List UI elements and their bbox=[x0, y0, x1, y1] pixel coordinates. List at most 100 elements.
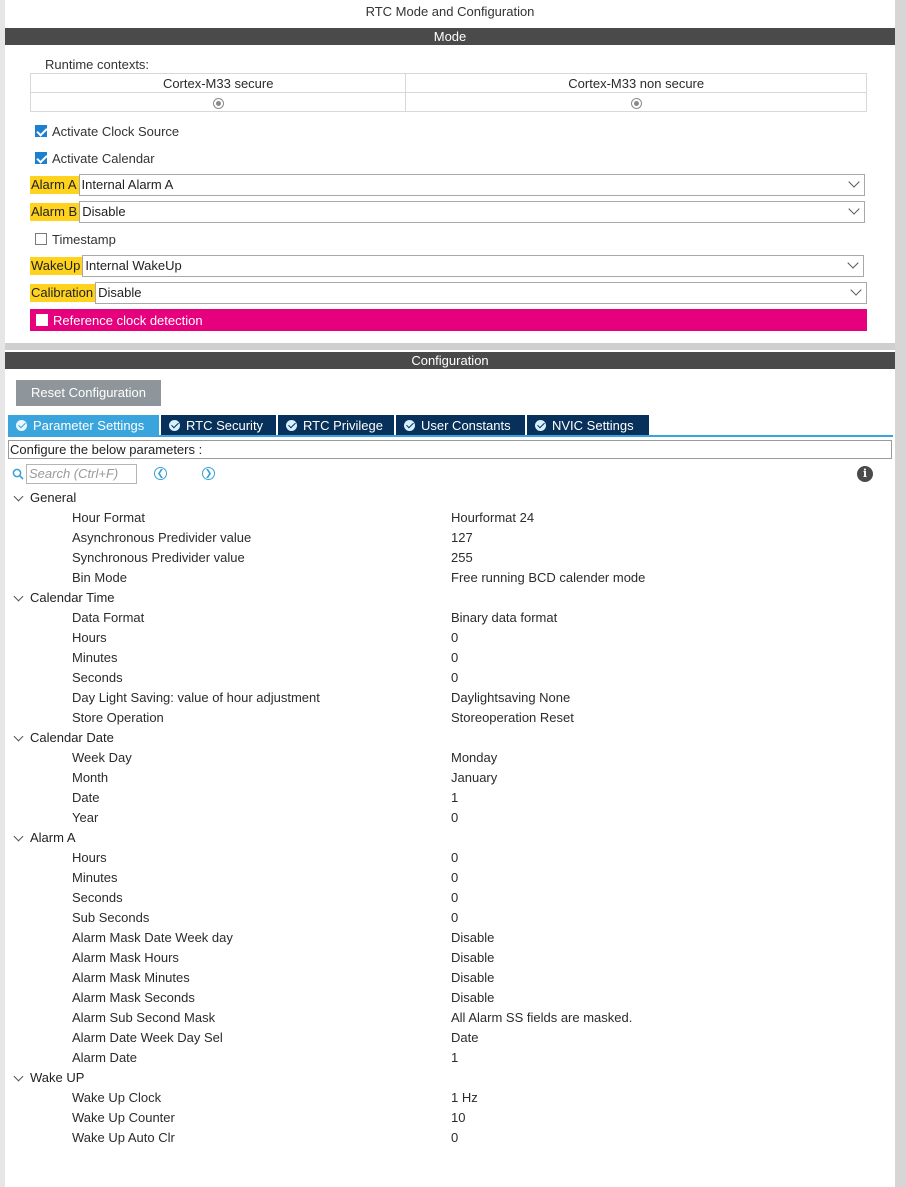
parameter-row[interactable]: Year 0 bbox=[0, 808, 895, 828]
parameter-row[interactable]: Hours 0 bbox=[0, 848, 895, 868]
reference-clock-detection-checkbox[interactable] bbox=[36, 314, 48, 326]
parameter-value[interactable]: Free running BCD calender mode bbox=[451, 568, 645, 588]
parameter-value[interactable]: Date bbox=[451, 1028, 478, 1048]
parameter-value[interactable]: January bbox=[451, 768, 497, 788]
parameter-row[interactable]: Alarm Mask Minutes Disable bbox=[0, 968, 895, 988]
parameter-row[interactable]: Seconds 0 bbox=[0, 668, 895, 688]
tab-rtc-privilege[interactable]: RTC Privilege bbox=[278, 415, 394, 435]
info-icon[interactable]: i bbox=[857, 466, 873, 482]
parameter-value[interactable]: 0 bbox=[451, 908, 458, 928]
chevron-down-icon[interactable] bbox=[13, 1071, 24, 1082]
chevron-down-icon[interactable] bbox=[13, 831, 24, 842]
parameter-value[interactable]: 0 bbox=[451, 648, 458, 668]
parameter-row[interactable]: Hours 0 bbox=[0, 628, 895, 648]
parameter-row[interactable]: Wake Up Counter 10 bbox=[0, 1108, 895, 1128]
parameter-row[interactable]: Alarm Mask Seconds Disable bbox=[0, 988, 895, 1008]
activate-calendar-row[interactable]: Activate Calendar bbox=[35, 149, 155, 167]
parameter-value[interactable]: 0 bbox=[451, 668, 458, 688]
scrollbar-track[interactable] bbox=[895, 0, 906, 1187]
parameter-row[interactable]: Asynchronous Predivider value 127 bbox=[0, 528, 895, 548]
parameter-row[interactable]: Alarm Date 1 bbox=[0, 1048, 895, 1068]
parameter-value[interactable]: 0 bbox=[451, 1128, 458, 1148]
tab-rtc-security[interactable]: RTC Security bbox=[161, 415, 276, 435]
reference-clock-detection-row[interactable]: Reference clock detection bbox=[30, 309, 867, 331]
parameter-value[interactable]: Hourformat 24 bbox=[451, 508, 534, 528]
parameter-row[interactable]: Data Format Binary data format bbox=[0, 608, 895, 628]
parameter-value[interactable]: 0 bbox=[451, 628, 458, 648]
tree-group-row[interactable]: General bbox=[0, 488, 895, 508]
parameter-value[interactable]: Disable bbox=[451, 968, 494, 988]
timestamp-checkbox[interactable] bbox=[35, 233, 47, 245]
parameter-value[interactable]: Disable bbox=[451, 948, 494, 968]
parameter-row[interactable]: Month January bbox=[0, 768, 895, 788]
parameter-value[interactable]: 1 bbox=[451, 788, 458, 808]
parameter-value[interactable]: 255 bbox=[451, 548, 473, 568]
parameter-row[interactable]: Seconds 0 bbox=[0, 888, 895, 908]
parameter-row[interactable]: Wake Up Auto Clr 0 bbox=[0, 1128, 895, 1148]
parameter-value[interactable]: 1 bbox=[451, 1048, 458, 1068]
chevron-down-icon[interactable] bbox=[13, 491, 24, 502]
context-nonsecure-radio[interactable] bbox=[630, 97, 642, 109]
parameter-row[interactable]: Alarm Mask Hours Disable bbox=[0, 948, 895, 968]
configuration-section-header[interactable]: Configuration bbox=[5, 352, 895, 369]
alarm-a-select[interactable]: Internal Alarm A bbox=[78, 174, 865, 196]
timestamp-row[interactable]: Timestamp bbox=[35, 230, 116, 248]
reset-configuration-button[interactable]: Reset Configuration bbox=[16, 380, 161, 406]
section-splitter[interactable] bbox=[5, 343, 895, 350]
activate-clock-source-checkbox[interactable] bbox=[35, 125, 47, 137]
activate-clock-source-row[interactable]: Activate Clock Source bbox=[35, 122, 179, 140]
parameter-name: Week Day bbox=[72, 750, 132, 765]
parameter-row[interactable]: Alarm Mask Date Week day Disable bbox=[0, 928, 895, 948]
parameter-value[interactable]: 0 bbox=[451, 868, 458, 888]
parameter-value[interactable]: Binary data format bbox=[451, 608, 557, 628]
check-circle-icon bbox=[169, 419, 180, 431]
mode-section-header[interactable]: Mode bbox=[5, 28, 895, 45]
tree-group-row[interactable]: Calendar Date bbox=[0, 728, 895, 748]
search-bar: Search (Ctrl+F) bbox=[12, 464, 137, 484]
parameter-value[interactable]: All Alarm SS fields are masked. bbox=[451, 1008, 632, 1028]
parameter-value[interactable]: 127 bbox=[451, 528, 473, 548]
activate-calendar-label: Activate Calendar bbox=[52, 150, 155, 166]
parameter-value[interactable]: 10 bbox=[451, 1108, 465, 1128]
tree-group-row[interactable]: Wake UP bbox=[0, 1068, 895, 1088]
chevron-down-icon[interactable] bbox=[13, 731, 24, 742]
parameter-value[interactable]: Storeoperation Reset bbox=[451, 708, 574, 728]
tab-user-constants[interactable]: User Constants bbox=[396, 415, 525, 435]
tree-group-row[interactable]: Alarm A bbox=[0, 828, 895, 848]
parameter-value[interactable]: 1 Hz bbox=[451, 1088, 478, 1108]
chevron-down-icon[interactable] bbox=[13, 591, 24, 602]
check-circle-icon bbox=[535, 419, 546, 431]
window-title: RTC Mode and Configuration bbox=[365, 4, 535, 19]
parameter-row[interactable]: Sub Seconds 0 bbox=[0, 908, 895, 928]
parameter-value[interactable]: 0 bbox=[451, 888, 458, 908]
parameter-value[interactable]: Monday bbox=[451, 748, 497, 768]
parameter-row[interactable]: Alarm Sub Second Mask All Alarm SS fields… bbox=[0, 1008, 895, 1028]
parameter-row[interactable]: Date 1 bbox=[0, 788, 895, 808]
parameter-row[interactable]: Store Operation Storeoperation Reset bbox=[0, 708, 895, 728]
tab-parameter-settings[interactable]: Parameter Settings bbox=[8, 415, 159, 435]
calibration-select[interactable]: Disable bbox=[95, 282, 868, 304]
parameter-row[interactable]: Hour Format Hourformat 24 bbox=[0, 508, 895, 528]
parameter-value[interactable]: Daylightsaving None bbox=[451, 688, 570, 708]
previous-match-icon[interactable]: ❮ bbox=[154, 467, 167, 480]
activate-calendar-checkbox[interactable] bbox=[35, 152, 47, 164]
next-match-icon[interactable]: ❯ bbox=[202, 467, 215, 480]
parameter-row[interactable]: Week Day Monday bbox=[0, 748, 895, 768]
alarm-b-select[interactable]: Disable bbox=[79, 201, 866, 223]
parameter-row[interactable]: Minutes 0 bbox=[0, 648, 895, 668]
parameter-value[interactable]: Disable bbox=[451, 928, 494, 948]
wakeup-select[interactable]: Internal WakeUp bbox=[82, 255, 865, 277]
parameter-value[interactable]: 0 bbox=[451, 808, 458, 828]
parameter-value[interactable]: 0 bbox=[451, 848, 458, 868]
parameter-value[interactable]: Disable bbox=[451, 988, 494, 1008]
search-input[interactable]: Search (Ctrl+F) bbox=[26, 464, 137, 484]
parameter-row[interactable]: Synchronous Predivider value 255 bbox=[0, 548, 895, 568]
tree-group-row[interactable]: Calendar Time bbox=[0, 588, 895, 608]
parameter-row[interactable]: Wake Up Clock 1 Hz bbox=[0, 1088, 895, 1108]
parameter-row[interactable]: Alarm Date Week Day Sel Date bbox=[0, 1028, 895, 1048]
parameter-row[interactable]: Day Light Saving: value of hour adjustme… bbox=[0, 688, 895, 708]
tab-nvic-settings[interactable]: NVIC Settings bbox=[527, 415, 649, 435]
parameter-row[interactable]: Bin Mode Free running BCD calender mode bbox=[0, 568, 895, 588]
context-secure-radio[interactable] bbox=[212, 97, 224, 109]
parameter-row[interactable]: Minutes 0 bbox=[0, 868, 895, 888]
